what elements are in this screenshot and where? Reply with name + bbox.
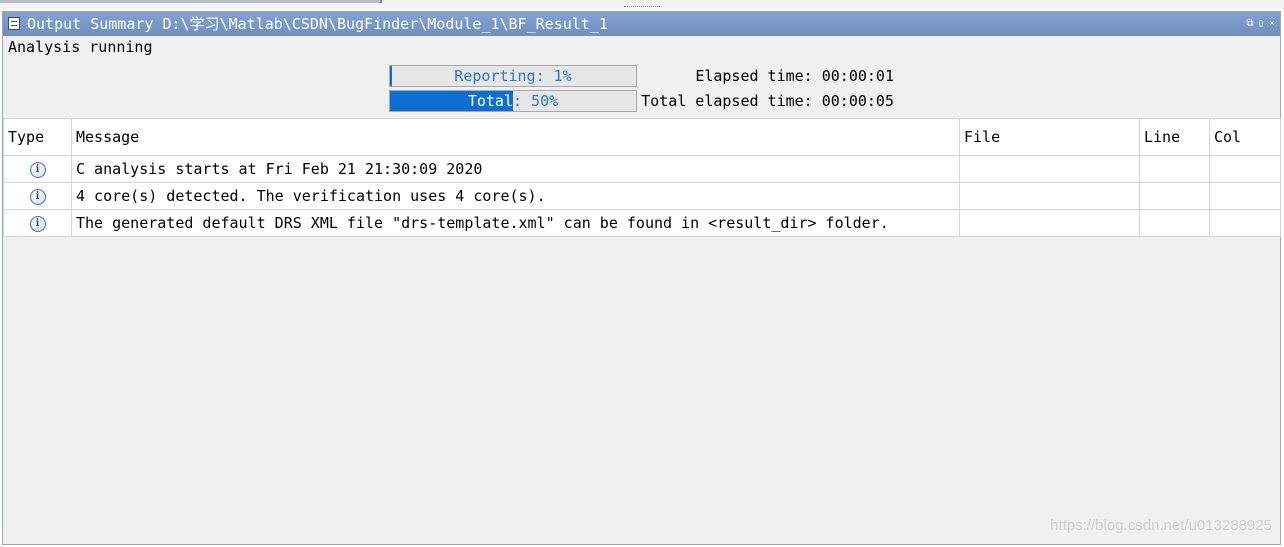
pin-icon[interactable]: ▯ bbox=[1257, 19, 1265, 29]
type-cell: i bbox=[3, 155, 72, 183]
total-elapsed-time: Total elapsed time: 00:00:05 bbox=[641, 92, 894, 110]
file-cell bbox=[959, 155, 1140, 183]
tab-edge bbox=[0, 0, 380, 3]
total-progress-label-white: Total: 50% bbox=[467, 92, 513, 110]
reporting-progress-bar: Reporting: 1% Reporting: 1% bbox=[389, 65, 637, 87]
message-cell: 4 core(s) detected. The verification use… bbox=[71, 182, 960, 210]
restore-icon[interactable]: ⧉ bbox=[1246, 19, 1254, 29]
column-header-col[interactable]: Col bbox=[1209, 118, 1281, 156]
info-icon: i bbox=[29, 188, 46, 205]
top-strip bbox=[0, 0, 1284, 9]
window-buttons: ⧉ ▯ × bbox=[1246, 12, 1276, 36]
output-summary-panel: Output Summary D:\学习\Matlab\CSDN\BugFind… bbox=[2, 11, 1281, 545]
panel-title: Output Summary D:\学习\Matlab\CSDN\BugFind… bbox=[27, 15, 608, 33]
reporting-progress-label-white: Reporting: 1% bbox=[390, 66, 392, 86]
reporting-progress-label-overlay: Reporting: 1% bbox=[390, 66, 392, 86]
table-header-row: Type Message File Line Col bbox=[3, 118, 1281, 156]
elapsed-time: Elapsed time: 00:00:01 bbox=[695, 67, 894, 85]
table-row[interactable]: i The generated default DRS XML file "dr… bbox=[3, 209, 1281, 237]
line-cell bbox=[1139, 209, 1210, 237]
total-progress-label-overlay: Total: 50% bbox=[390, 91, 513, 111]
messages-table-area: Type Message File Line Col i C analysis … bbox=[3, 118, 1281, 544]
file-cell bbox=[959, 209, 1140, 237]
reporting-progress-label: Reporting: 1% bbox=[454, 67, 572, 85]
file-cell bbox=[959, 182, 1140, 210]
info-icon: i bbox=[29, 215, 46, 232]
col-cell bbox=[1209, 182, 1281, 210]
column-header-file[interactable]: File bbox=[959, 118, 1140, 156]
message-cell: C analysis starts at Fri Feb 21 21:30:09… bbox=[71, 155, 960, 183]
panel-titlebar[interactable]: Output Summary D:\学习\Matlab\CSDN\BugFind… bbox=[3, 12, 1280, 36]
col-cell bbox=[1209, 155, 1281, 183]
table-row[interactable]: i C analysis starts at Fri Feb 21 21:30:… bbox=[3, 155, 1281, 183]
column-header-line[interactable]: Line bbox=[1139, 118, 1210, 156]
tab-edge-marker bbox=[380, 0, 382, 3]
line-cell bbox=[1139, 155, 1210, 183]
type-cell: i bbox=[3, 182, 72, 210]
messages-table: Type Message File Line Col i C analysis … bbox=[3, 118, 1281, 237]
message-cell: The generated default DRS XML file "drs-… bbox=[71, 209, 960, 237]
app-root: Output Summary D:\学习\Matlab\CSDN\BugFind… bbox=[0, 0, 1284, 547]
column-header-message[interactable]: Message bbox=[71, 118, 960, 156]
splitter-grip[interactable] bbox=[624, 6, 660, 7]
total-progress-bar: Total: 50% Total: 50% bbox=[389, 90, 637, 112]
col-cell bbox=[1209, 209, 1281, 237]
type-cell: i bbox=[3, 209, 72, 237]
watermark: https://blog.csdn.net/u013288925 bbox=[1050, 517, 1272, 534]
column-header-type[interactable]: Type bbox=[3, 118, 72, 156]
table-row[interactable]: i 4 core(s) detected. The verification u… bbox=[3, 182, 1281, 210]
document-icon bbox=[8, 17, 20, 30]
info-icon: i bbox=[29, 161, 46, 178]
line-cell bbox=[1139, 182, 1210, 210]
analysis-status: Analysis running bbox=[8, 38, 153, 56]
close-icon[interactable]: × bbox=[1268, 19, 1276, 29]
